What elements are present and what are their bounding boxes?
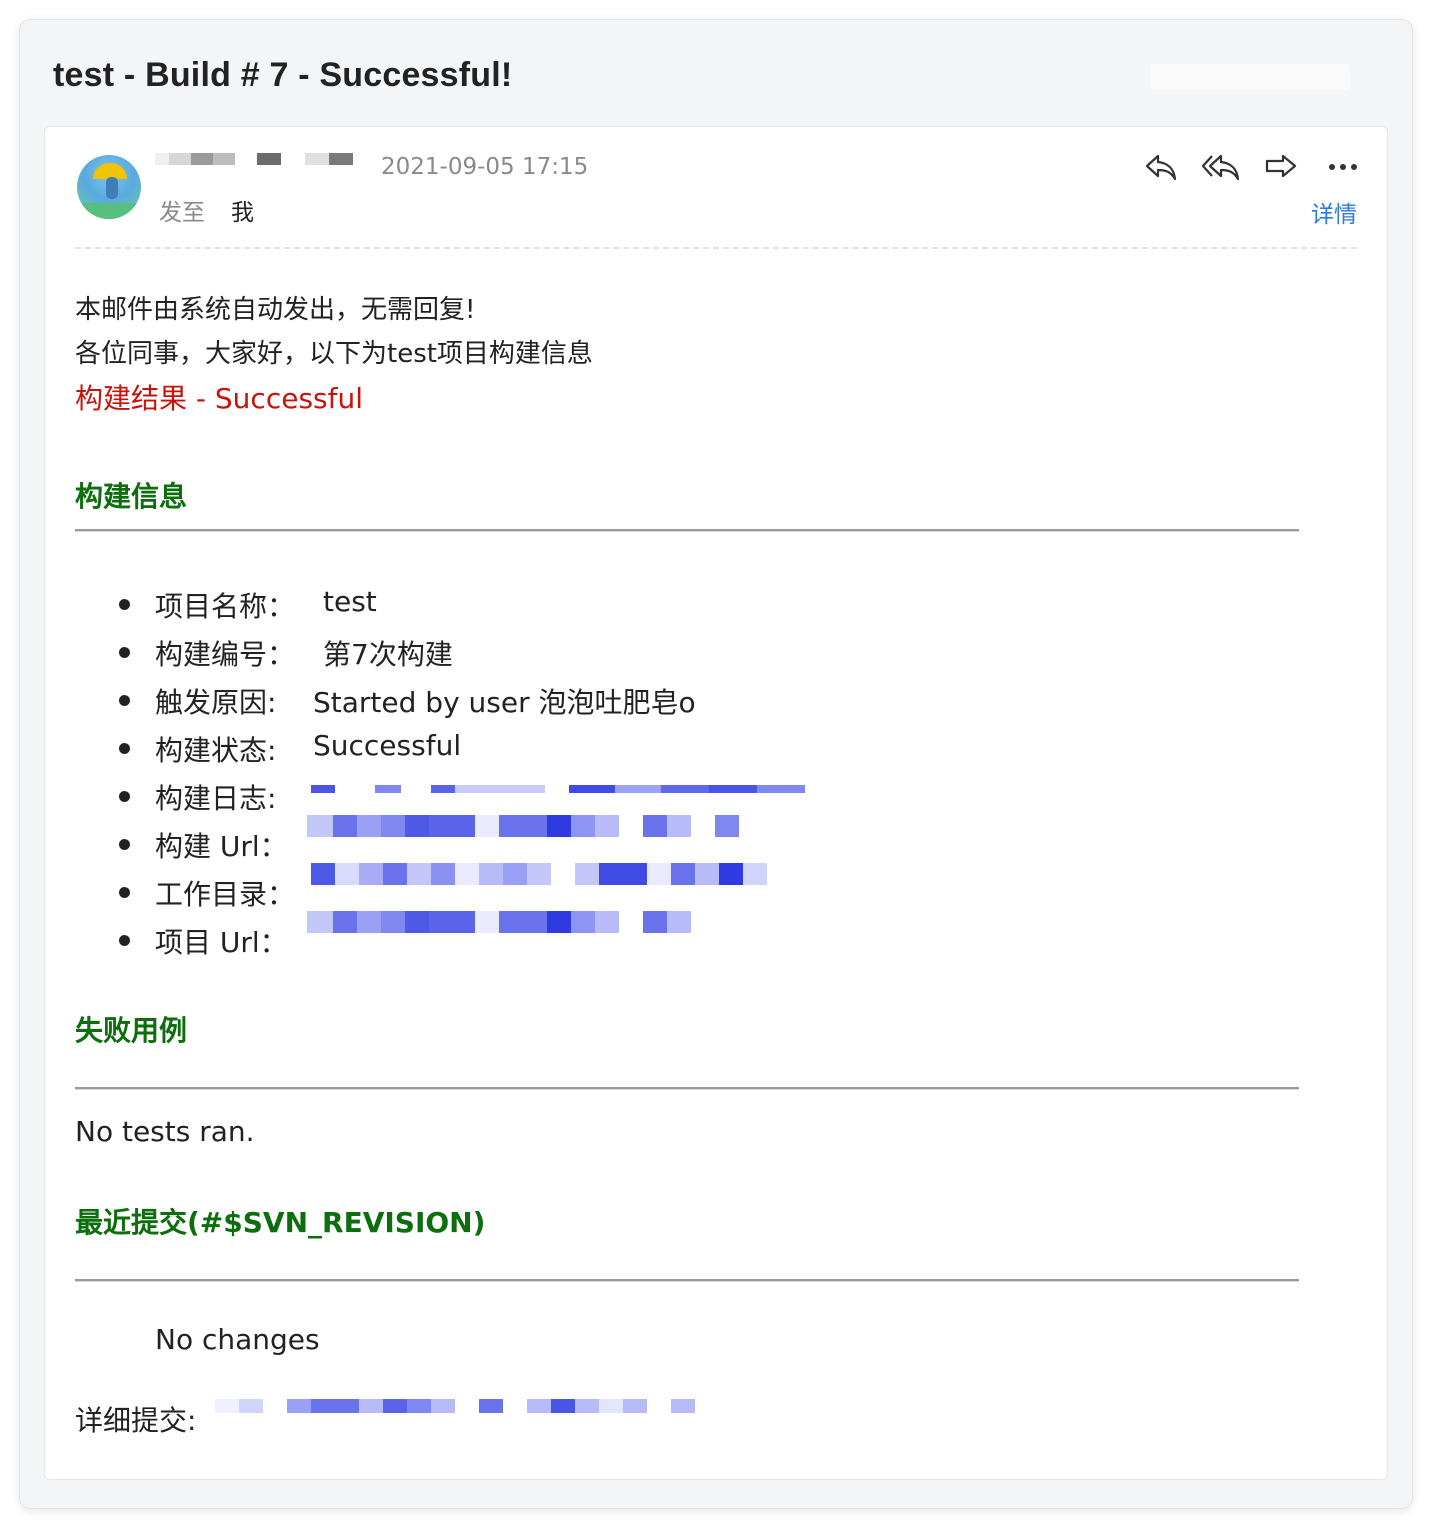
forward-icon[interactable]: [1261, 147, 1301, 187]
email-window: test - Build # 7 - Successful! 2021-09-0…: [20, 20, 1412, 1508]
email-subject: test - Build # 7 - Successful!: [53, 56, 513, 94]
details-link[interactable]: 详情: [1311, 195, 1357, 229]
email-card: 2021-09-05 17:15 发至 我 详情 本邮件由系统自动发出，无需回复…: [44, 126, 1388, 1480]
avatar[interactable]: [77, 155, 141, 219]
auto-notice: 本邮件由系统自动发出，无需回复!: [75, 295, 476, 325]
build-result: 构建结果 - Successful: [75, 382, 363, 415]
no-tests-text: No tests ran.: [75, 1115, 255, 1148]
redacted-sender-name[interactable]: [155, 153, 353, 165]
reply-icon[interactable]: [1141, 147, 1181, 187]
redacted-commit-details-link[interactable]: [215, 1399, 695, 1413]
divider-recent-commits: [75, 1279, 1299, 1281]
email-date: 2021-09-05 17:15: [381, 154, 589, 180]
no-changes-text: No changes: [155, 1323, 320, 1356]
redacted-build-log-link[interactable]: [311, 785, 805, 793]
redacted-header-info: [1150, 64, 1350, 90]
section-recent-commits: 最近提交(#$SVN_REVISION): [75, 1206, 486, 1239]
greeting: 各位同事，大家好，以下为test项目构建信息: [75, 339, 593, 369]
reply-all-icon[interactable]: [1201, 147, 1241, 187]
redacted-project-url-link[interactable]: [307, 911, 691, 933]
commit-details-label: 详细提交:: [75, 1404, 197, 1437]
more-icon[interactable]: [1323, 147, 1363, 187]
section-build-info: 构建信息: [75, 480, 188, 513]
section-failed-cases: 失败用例: [75, 1014, 188, 1047]
recipient-label: 发至: [159, 200, 205, 226]
redacted-workspace-link[interactable]: [311, 863, 767, 885]
divider-failed-cases: [75, 1087, 1299, 1089]
header-divider: [75, 247, 1357, 249]
recipient-value: 我: [231, 200, 254, 226]
divider-build-info: [75, 529, 1299, 531]
redacted-build-url-link[interactable]: [307, 815, 739, 837]
